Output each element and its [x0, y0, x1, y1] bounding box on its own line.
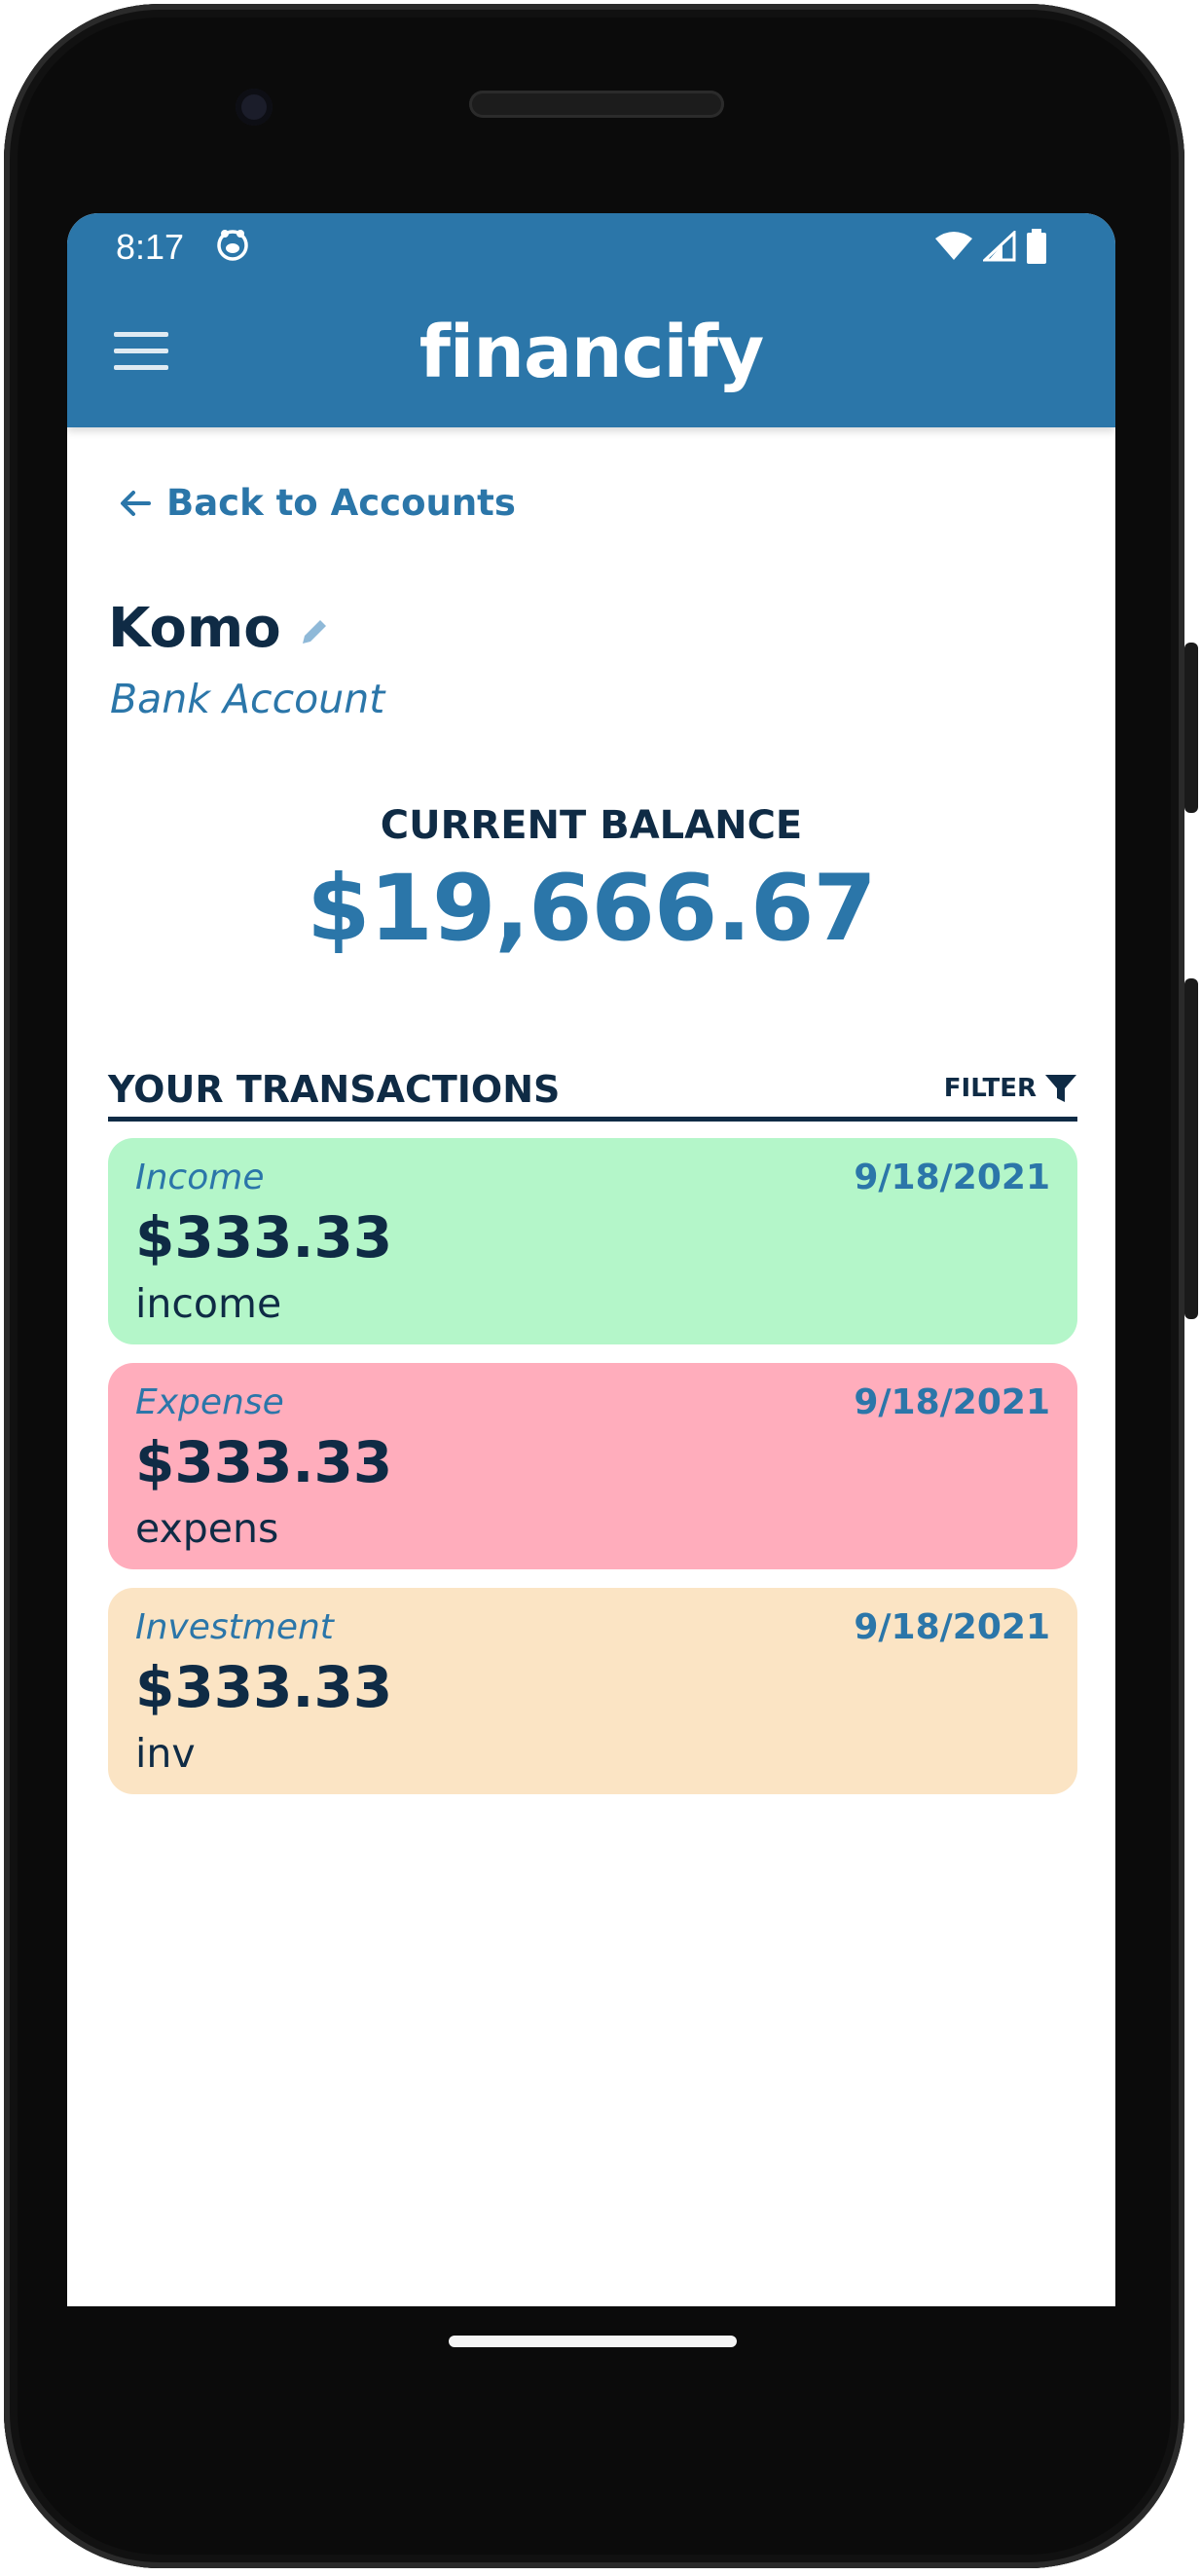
transaction-card[interactable]: Investment 9/18/2021 $333.33 inv	[108, 1588, 1077, 1794]
arrow-left-icon	[121, 490, 151, 516]
status-time: 8:17	[116, 227, 185, 267]
transactions-header: YOUR TRANSACTIONS FILTER	[108, 1068, 1077, 1122]
app-brand-title: financify	[419, 311, 765, 394]
transaction-date: 9/18/2021	[854, 1607, 1050, 1647]
transaction-type: Expense	[135, 1382, 284, 1422]
transaction-amount: $333.33	[135, 1654, 393, 1720]
back-to-accounts-link[interactable]: Back to Accounts	[116, 482, 516, 524]
wifi-icon	[935, 232, 972, 260]
transaction-date: 9/18/2021	[854, 1382, 1050, 1422]
transaction-amount: $333.33	[135, 1204, 393, 1270]
front-camera	[236, 89, 273, 126]
app-bar: 8:17 financify	[67, 213, 1115, 427]
status-icons	[934, 227, 1047, 266]
pencil-icon[interactable]	[297, 614, 330, 647]
back-link-label: Back to Accounts	[166, 482, 516, 524]
balance-value: $19,666.67	[307, 856, 877, 962]
filter-label: FILTER	[943, 1074, 1037, 1103]
home-gesture-bar[interactable]	[449, 2336, 737, 2347]
transaction-card[interactable]: Expense 9/18/2021 $333.33 expens	[108, 1363, 1077, 1569]
transaction-amount: $333.33	[135, 1429, 393, 1495]
balance-label: CURRENT BALANCE	[380, 803, 803, 848]
transaction-description: income	[135, 1280, 282, 1327]
account-name: Komo	[108, 597, 281, 660]
filter-button[interactable]: FILTER	[944, 1074, 1077, 1103]
battery-icon	[1027, 229, 1046, 264]
transaction-type: Investment	[135, 1607, 334, 1647]
transaction-description: expens	[135, 1505, 279, 1552]
transactions-title: YOUR TRANSACTIONS	[108, 1068, 561, 1111]
earpiece-speaker	[469, 91, 724, 118]
transaction-description: inv	[135, 1730, 196, 1777]
transaction-date: 9/18/2021	[854, 1158, 1050, 1197]
transaction-card[interactable]: Income 9/18/2021 $333.33 income	[108, 1138, 1077, 1344]
app-screen: 8:17 financify Back to Accounts Komo Ban…	[67, 213, 1115, 2306]
transaction-type: Income	[135, 1158, 265, 1197]
power-button	[1184, 978, 1198, 1319]
account-type: Bank Account	[110, 676, 385, 722]
volume-button	[1184, 643, 1198, 813]
status-bar: 8:17	[67, 213, 1115, 291]
cell-signal-icon	[983, 231, 1016, 262]
funnel-icon	[1045, 1075, 1076, 1102]
app-notification-icon	[217, 230, 248, 261]
transactions-list: Income 9/18/2021 $333.33 income Expense …	[108, 1138, 1077, 1813]
